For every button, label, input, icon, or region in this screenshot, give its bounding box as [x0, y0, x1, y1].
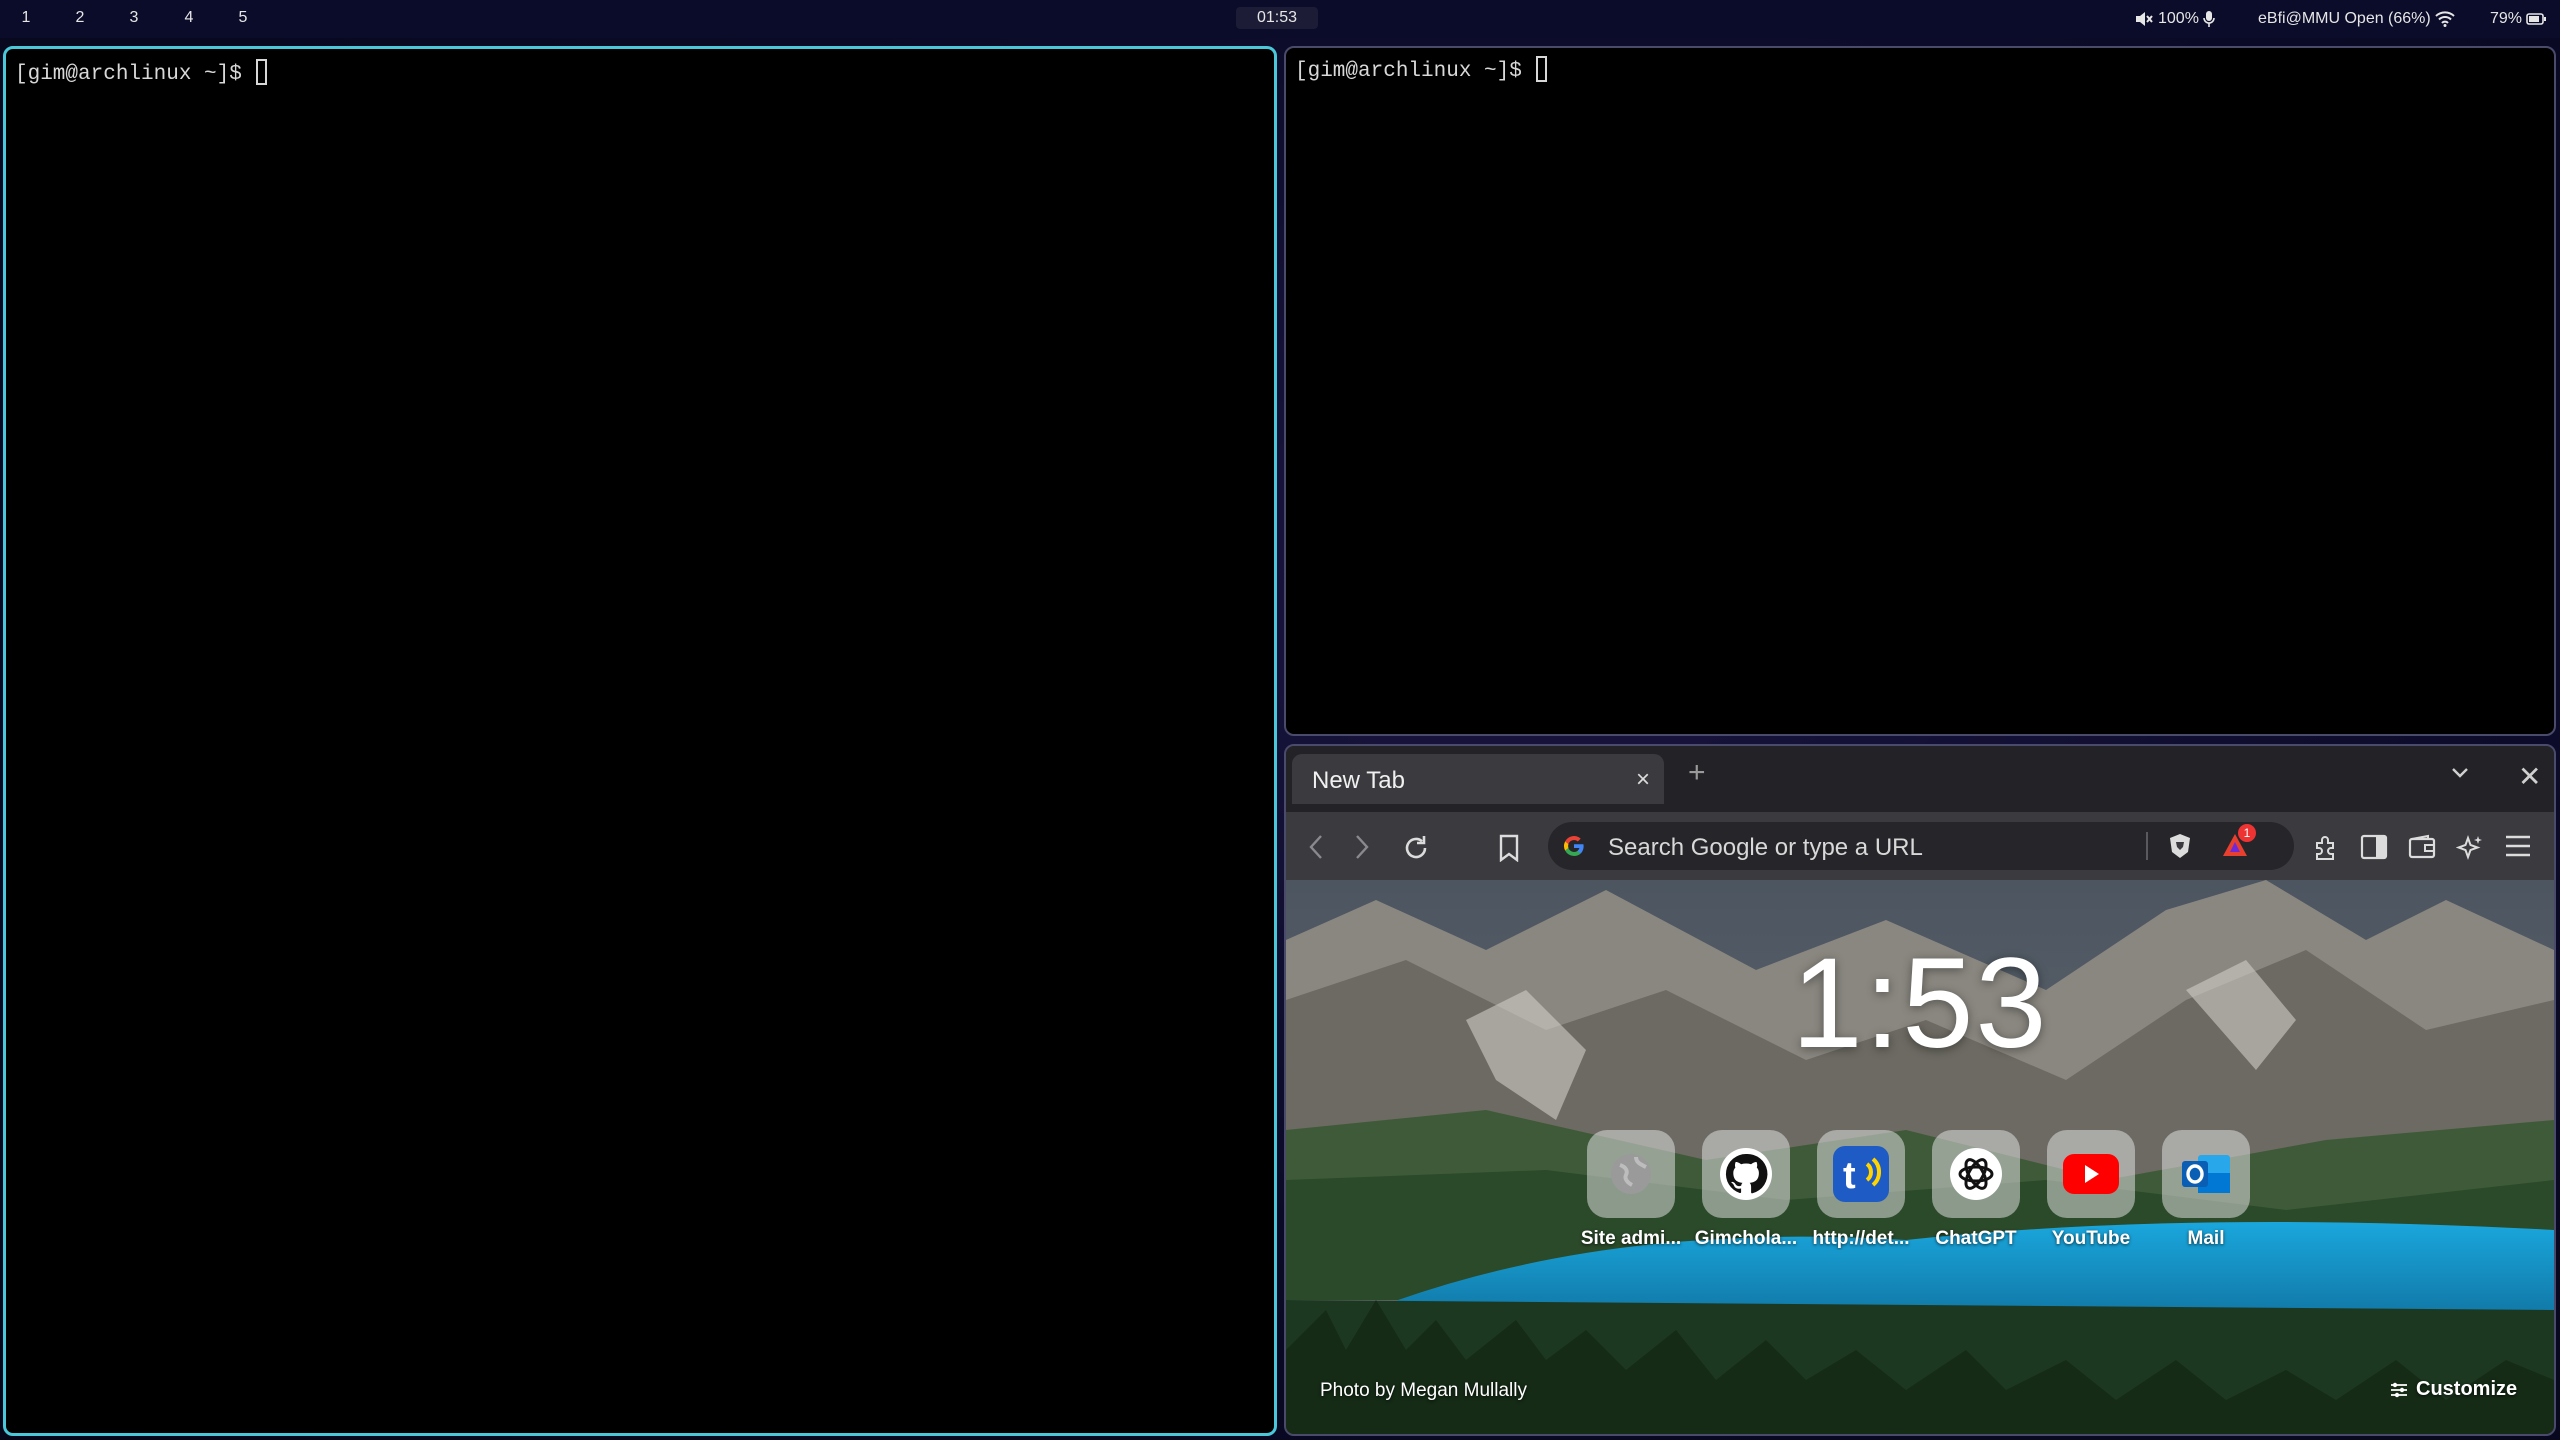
menu-icon[interactable]: [2504, 834, 2532, 858]
network-name: eBfi@MMU Open (66%): [2258, 10, 2431, 27]
workspace-3[interactable]: 3: [122, 9, 146, 27]
microphone-icon: [2203, 11, 2215, 27]
photo-credit[interactable]: Photo by Megan Mullally: [1320, 1380, 1527, 1402]
customize-button[interactable]: Customize: [2390, 1378, 2517, 1401]
reload-icon[interactable]: [1402, 834, 1430, 862]
wallet-icon[interactable]: [2408, 834, 2436, 860]
speaker-muted-icon: [2136, 12, 2153, 26]
workspace-2[interactable]: 2: [68, 9, 92, 27]
globe-icon: [1587, 1130, 1675, 1218]
terminal-prompt-line: [gim@archlinux ~]$: [1295, 56, 1548, 83]
tile-label: Gimchola...: [1694, 1228, 1798, 1249]
bookmark-icon[interactable]: [1498, 834, 1520, 862]
terminal-right[interactable]: [gim@archlinux ~]$: [1284, 46, 2556, 736]
tile-label: http://det...: [1812, 1228, 1910, 1249]
network-indicator[interactable]: eBfi@MMU Open (66%): [2258, 10, 2455, 28]
shell-prompt: [gim@archlinux ~]$: [15, 63, 255, 86]
svg-text:t: t: [1843, 1155, 1856, 1197]
top-site-tile[interactable]: ChatGPT: [1919, 1130, 2033, 1250]
wifi-icon: [2435, 11, 2455, 27]
back-icon[interactable]: [1308, 834, 1324, 860]
tab-title: New Tab: [1312, 767, 1405, 794]
customize-label: Customize: [2416, 1378, 2518, 1400]
youtube-glyph: [2063, 1154, 2119, 1194]
google-icon: [1564, 836, 1584, 856]
volume-level: 100%: [2158, 10, 2199, 27]
github-glyph: [1720, 1148, 1772, 1200]
outlook-glyph: [2182, 1155, 2230, 1193]
top-site-tile[interactable]: t http://det...: [1804, 1130, 1918, 1250]
forward-icon[interactable]: [1354, 834, 1370, 860]
youtube-icon: [2047, 1130, 2135, 1218]
chatgpt-icon: [1932, 1130, 2020, 1218]
battery-indicator[interactable]: 79%: [2490, 10, 2547, 28]
battery-level: 79%: [2490, 10, 2523, 27]
tile-label: ChatGPT: [1935, 1228, 2017, 1249]
terminal-left[interactable]: [gim@archlinux ~]$: [3, 46, 1277, 1436]
tab-close-button[interactable]: ×: [1636, 766, 1650, 794]
text-cursor: [1536, 56, 1548, 82]
clock: 01:53: [1236, 7, 1318, 29]
browser-toolbar: Search Google or type a URL 1: [1286, 812, 2554, 880]
top-bar: 1 2 3 4 5 01:53 100% eBfi@MMU Open (66%)…: [0, 0, 2560, 38]
text-cursor: [256, 59, 268, 85]
new-tab-page: 1:53 Site admi... Gimchola... t http://d…: [1286, 880, 2554, 1434]
tile-label: YouTube: [2051, 1228, 2131, 1249]
workspace-1[interactable]: 1: [14, 9, 38, 27]
rewards-badge: 1: [2238, 824, 2256, 842]
globe-glyph: [1611, 1154, 1651, 1194]
omnibox-divider: [2146, 832, 2148, 860]
ntp-clock: 1:53: [1791, 932, 2049, 1075]
outlook-icon: [2162, 1130, 2250, 1218]
top-site-tile[interactable]: Site admi...: [1574, 1130, 1688, 1250]
workspace-4[interactable]: 4: [177, 9, 201, 27]
browser-window: New Tab × + ✕ Search Google or type a UR…: [1284, 744, 2556, 1436]
terminal-prompt-line: [gim@archlinux ~]$: [15, 59, 268, 86]
battery-icon: [2526, 13, 2547, 25]
sliders-icon: [2391, 1382, 2407, 1397]
t-signal-glyph: t: [1833, 1146, 1889, 1202]
search-placeholder: Search Google or type a URL: [1608, 834, 1923, 861]
address-bar[interactable]: Search Google or type a URL 1: [1548, 822, 2294, 870]
top-site-tile[interactable]: Mail: [2149, 1130, 2263, 1250]
top-site-tile[interactable]: Gimchola...: [1689, 1130, 1803, 1250]
github-icon: [1702, 1130, 1790, 1218]
tile-label: Mail: [2187, 1228, 2225, 1249]
chevron-down-icon[interactable]: [2450, 766, 2470, 780]
chatgpt-glyph: [1950, 1148, 2002, 1200]
tab-strip: New Tab × + ✕: [1286, 746, 2554, 812]
extensions-icon[interactable]: [2312, 834, 2340, 862]
tab-new-tab[interactable]: New Tab ×: [1292, 754, 1664, 804]
new-tab-button[interactable]: +: [1688, 758, 1706, 788]
window-close-button[interactable]: ✕: [2518, 760, 2541, 793]
leo-ai-icon[interactable]: [2456, 834, 2484, 862]
volume-indicator[interactable]: 100%: [2134, 10, 2215, 28]
top-site-tile[interactable]: YouTube: [2034, 1130, 2148, 1250]
sidebar-icon[interactable]: [2360, 834, 2388, 860]
t-signal-icon: t: [1817, 1130, 1905, 1218]
tile-label: Site admi...: [1580, 1228, 1682, 1249]
workspace-5[interactable]: 5: [231, 9, 255, 27]
brave-shield-icon[interactable]: [2166, 832, 2194, 860]
shell-prompt: [gim@archlinux ~]$: [1295, 60, 1535, 83]
